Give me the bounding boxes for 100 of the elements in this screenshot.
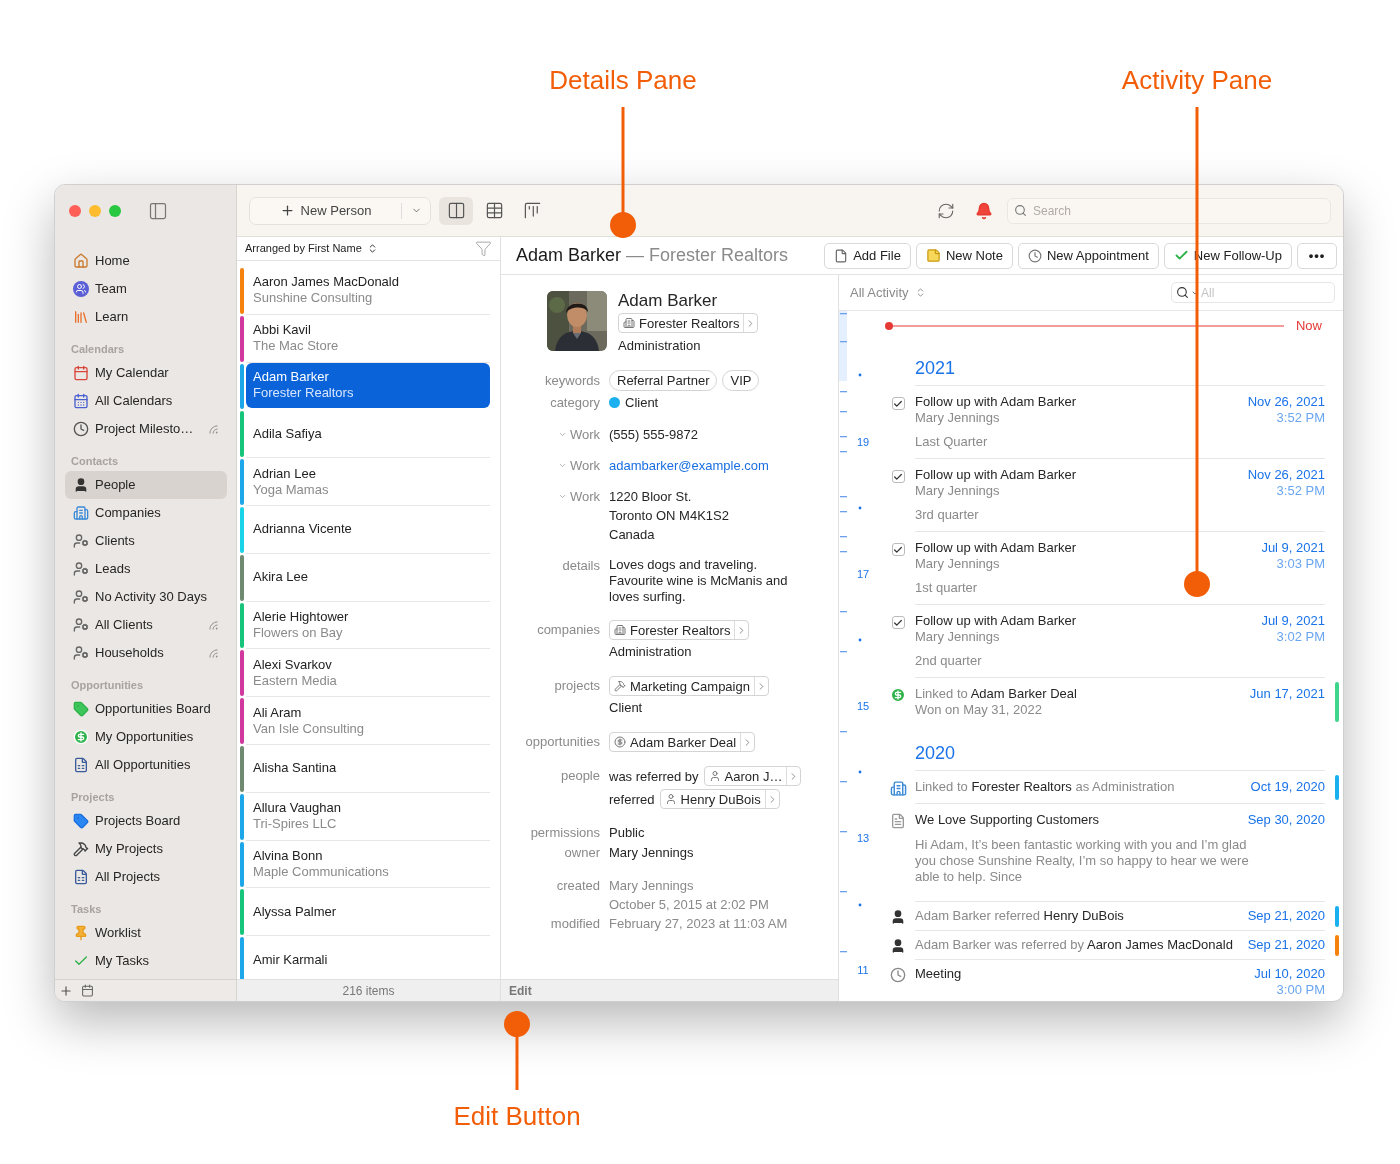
sidebar-item[interactable]: Learn	[65, 303, 227, 331]
activity-time: 3:00 PM	[1275, 982, 1325, 998]
section-heading: Calendars	[70, 342, 126, 356]
sidebar-item[interactable]: People	[65, 471, 227, 499]
contact-row[interactable]: Aaron James MacDonald Sunshine Consulting	[237, 267, 500, 315]
sidebar-item[interactable]: Home	[65, 247, 227, 275]
sidebar-item[interactable]: Households	[65, 639, 227, 667]
checkbox[interactable]	[891, 397, 905, 410]
field-label: keywords	[545, 371, 600, 390]
activity-filter-dropdown[interactable]: All Activity	[850, 282, 926, 303]
link-chip[interactable]: Forester Realtors	[609, 620, 750, 640]
contact-name: Akira Lee	[253, 569, 309, 586]
document-icon	[834, 248, 849, 263]
contact-name: Adrian Lee	[253, 465, 317, 482]
activity-search-input[interactable]: All	[1201, 283, 1330, 302]
activity-text: Adam Barker referred Henry DuBois	[915, 908, 1125, 924]
sidebar-item[interactable]: My Projects	[65, 835, 227, 863]
now-label: Now	[1296, 317, 1322, 336]
activity-person: Mary Jennings	[915, 629, 1001, 645]
sidebar-item[interactable]: Project Milesto…	[65, 415, 227, 443]
sidebar-item[interactable]: My Tasks	[65, 947, 227, 975]
contact-row[interactable]: Adrianna Vicente	[237, 506, 500, 554]
details-text: Loves dogs and traveling. Favourite wine is McManis and loves surfing.	[609, 556, 789, 605]
person-icon	[73, 477, 89, 493]
year-heading: 2020	[915, 743, 956, 763]
sidebar-item[interactable]: Clients	[65, 527, 227, 555]
search-field[interactable]: Search	[1007, 197, 1331, 224]
sort-dropdown[interactable]: Arranged by First Name	[245, 240, 378, 257]
sidebar-toggle-button[interactable]	[148, 201, 168, 221]
action-button[interactable]: Add File	[824, 242, 911, 269]
dollar-icon	[614, 736, 626, 748]
action-button[interactable]: New Note	[915, 242, 1013, 269]
sidebar-icon	[148, 201, 168, 221]
sidebar-item[interactable]: Companies	[65, 499, 227, 527]
keyword-tag: Referral Partner	[609, 369, 718, 391]
contact-row[interactable]: Abbi Kavil The Mac Store	[237, 314, 500, 363]
sidebar-item[interactable]: No Activity 30 Days	[65, 583, 227, 611]
sidebar-item[interactable]: All Clients	[65, 611, 227, 639]
contact-row[interactable]: Alyssa Palmer	[237, 888, 500, 937]
contact-row[interactable]: Alexi Svarkov Eastern Media	[237, 649, 500, 698]
sidebar-item[interactable]: Leads	[65, 555, 227, 583]
calendar-icon	[81, 984, 94, 997]
contact-row[interactable]: Akira Lee	[237, 553, 500, 602]
shared-icon	[208, 619, 219, 631]
contact-row[interactable]: Alisha Santina	[237, 744, 500, 793]
checkmark-icon	[893, 398, 903, 409]
close-button[interactable]	[69, 205, 81, 217]
contact-name: Adila Safiya	[253, 425, 323, 442]
checkbox[interactable]	[891, 470, 905, 483]
contact-row[interactable]: Ali Aram Van Isle Consulting	[237, 697, 500, 745]
sidebar-item[interactable]: My Opportunities	[65, 723, 227, 751]
sidebar-item[interactable]: Team	[65, 275, 227, 303]
activity-title: Follow up with Adam Barker	[915, 467, 1078, 483]
field-label: Work	[569, 426, 600, 444]
contact-name: Alvina Bonn	[253, 847, 324, 864]
calendar-button[interactable]	[81, 984, 94, 997]
link-chip[interactable]: Forester Realtors	[618, 313, 759, 333]
link-chip[interactable]: Marketing Campaign	[609, 676, 769, 696]
notifications-button[interactable]	[975, 201, 993, 220]
sidebar-item[interactable]: All Projects	[65, 863, 227, 891]
edit-button[interactable]: Edit	[507, 981, 534, 1000]
building-icon	[889, 780, 907, 797]
contact-row[interactable]: Adrian Lee Yoga Mamas	[237, 458, 500, 506]
person-gear-icon	[73, 589, 89, 605]
contact-row[interactable]: Alerie Hightower Flowers on Bay	[237, 601, 500, 650]
item-count: 216 items	[342, 982, 395, 1000]
sidebar-item[interactable]: Projects Board	[65, 807, 227, 835]
checkbox[interactable]	[891, 543, 905, 556]
activity-search-field[interactable]: All	[1171, 282, 1335, 303]
contact-row[interactable]: Allura Vaughan Tri-Spires LLC	[237, 792, 500, 841]
view-button[interactable]	[439, 196, 473, 225]
sidebar-item[interactable]: All Opportunities	[65, 751, 227, 779]
sidebar-item[interactable]: Opportunities Board	[65, 695, 227, 723]
checkbox[interactable]	[891, 616, 905, 629]
field-label: opportunities	[525, 733, 600, 751]
person-icon	[890, 909, 906, 925]
timeline-label: 15	[855, 699, 871, 713]
shared-icon	[208, 647, 219, 659]
new-person-button[interactable]: New Person	[250, 197, 401, 224]
sync-button[interactable]	[937, 201, 955, 220]
sidebar-item[interactable]: Worklist	[65, 919, 227, 947]
phone-number: (555) 555-9872	[609, 426, 698, 444]
contact-row[interactable]: Adila Safiya	[237, 410, 500, 459]
sidebar-item[interactable]: My Calendar	[65, 359, 227, 387]
people-icon	[73, 281, 89, 297]
action-button[interactable]: •••	[1297, 242, 1337, 269]
add-button[interactable]	[59, 983, 73, 998]
activity-time: 3:03 PM	[1275, 556, 1325, 572]
search-input[interactable]: Search	[1033, 201, 1324, 220]
contact-name: Alexi Svarkov	[253, 656, 333, 673]
link-chip[interactable]: Adam Barker Deal	[609, 732, 756, 752]
contact-role: Administration	[618, 337, 702, 355]
activity-time: 3:02 PM	[1275, 629, 1325, 645]
link-chip[interactable]: Aaron J…	[703, 766, 802, 786]
email-link[interactable]: adambarker@example.com	[609, 456, 769, 475]
contact-row[interactable]: Alvina Bonn Maple Communications	[237, 840, 500, 889]
link-chip[interactable]: Henry DuBois	[659, 789, 780, 809]
activity-date: Nov 26, 2021	[1247, 467, 1325, 483]
sidebar-item[interactable]: All Calendars	[65, 387, 227, 415]
action-button[interactable]: New Appointment	[1017, 242, 1159, 269]
